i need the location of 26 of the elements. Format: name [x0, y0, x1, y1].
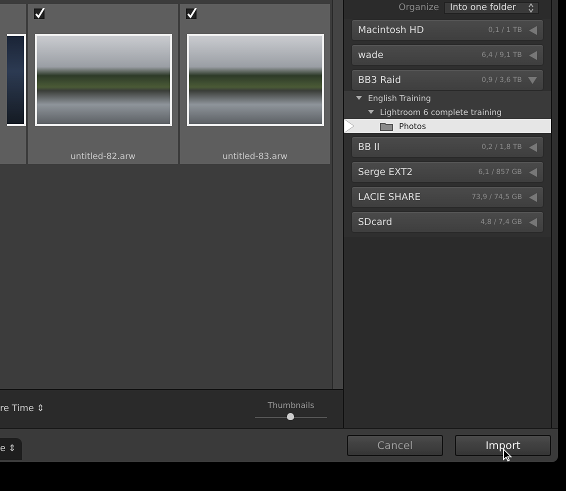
sort-dropdown[interactable]: re Time ⇕ [0, 404, 44, 414]
collection-dropdown[interactable]: e ⇕ [0, 438, 22, 460]
folder-row[interactable]: Photos [344, 119, 551, 133]
updown-icon [528, 3, 534, 13]
folder-icon [380, 122, 393, 130]
organize-label: Organize [398, 3, 439, 13]
thumbnail-cell[interactable]: untitled-82.arw [28, 4, 178, 164]
checkbox[interactable] [186, 8, 197, 19]
photo-placeholder[interactable] [186, 34, 324, 126]
thumbnails-label: Thumbnails [268, 400, 314, 410]
thumbnail-cell[interactable] [0, 4, 26, 164]
photo-placeholder[interactable] [34, 34, 172, 126]
import-button[interactable]: Import [455, 435, 551, 456]
thumbnail-cell[interactable]: untitled-83.arw [180, 4, 330, 164]
cancel-button[interactable]: Cancel [347, 435, 443, 456]
triangle-down-icon[interactable] [368, 109, 374, 115]
scrollbar[interactable] [332, 0, 343, 389]
organize-dropdown[interactable]: Into one folder [444, 2, 539, 14]
folder-row[interactable]: Lightroom 6 complete training [344, 105, 551, 119]
file-name: untitled-82.arw [70, 152, 136, 162]
file-name: untitled-83.arw [222, 152, 288, 162]
photo-placeholder[interactable] [7, 34, 26, 126]
folder-row[interactable]: English Training [344, 91, 551, 105]
slider-thumb[interactable] [286, 412, 294, 420]
triangle-down-icon[interactable] [356, 95, 362, 101]
checkbox[interactable] [34, 8, 45, 19]
